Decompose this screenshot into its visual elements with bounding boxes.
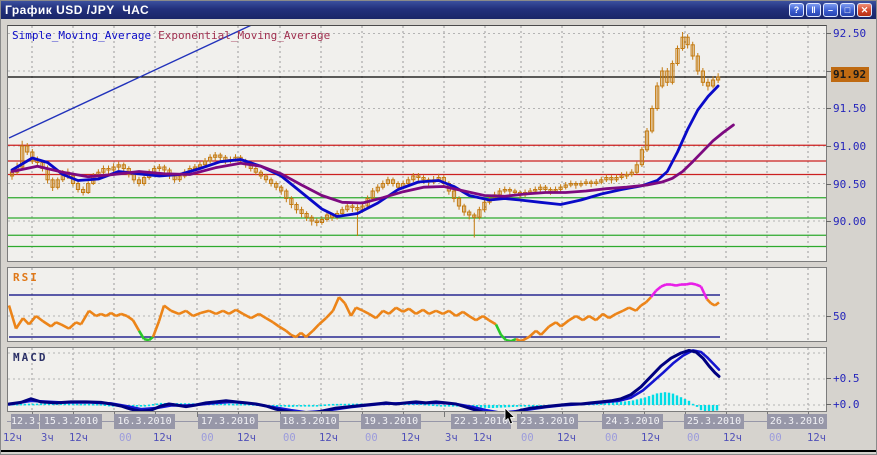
window-title: График USD /JPY ЧАС <box>5 3 150 17</box>
date-chip: 15.3.2010 <box>40 414 102 429</box>
time-label: 00 <box>521 432 534 444</box>
rsi-label: RSI <box>13 271 39 284</box>
rsi-panel[interactable]: RSI <box>7 267 827 342</box>
date-chip: 24.3.2010 <box>602 414 663 429</box>
time-label: 00 <box>769 432 782 444</box>
time-label: 00 <box>365 432 378 444</box>
axis-tick-mark <box>444 412 445 417</box>
time-label: 00 <box>119 432 132 444</box>
close-button[interactable]: ✕ <box>857 3 872 17</box>
minimize-button[interactable]: – <box>823 3 838 17</box>
axis-tick <box>826 316 831 317</box>
axis-tick <box>826 184 831 185</box>
titlebar[interactable]: График USD /JPY ЧАС ? ‖ – □ ✕ <box>1 1 876 19</box>
price-label: 91.00 <box>833 140 867 153</box>
help-button[interactable]: ? <box>789 3 804 17</box>
bottom-border <box>1 450 876 452</box>
macd-line <box>8 348 721 411</box>
date-chip: 25.3.2010 <box>684 414 744 429</box>
macd-label: MACD <box>13 351 48 364</box>
date-chip: 23.3.2010 <box>517 414 578 429</box>
legend-ema: Exponential_Moving_Average <box>158 29 331 42</box>
sma-line <box>10 84 720 218</box>
axis-tick <box>826 378 831 379</box>
price-label: 92.50 <box>833 27 867 40</box>
time-label: 12ч <box>557 432 576 444</box>
pause-button[interactable]: ‖ <box>806 3 821 17</box>
macd-panel[interactable]: MACD <box>7 347 827 412</box>
time-label: 12ч <box>401 432 420 444</box>
axis-tick <box>826 404 831 405</box>
time-label: 00 <box>605 432 618 444</box>
time-label: 12ч <box>641 432 660 444</box>
macd-value-label: +0.0 <box>833 398 860 411</box>
rsi-line <box>8 282 720 341</box>
date-chip: 19.3.2010 <box>361 414 421 429</box>
rsi-canvas <box>8 268 826 341</box>
time-label: 12ч <box>473 432 492 444</box>
window-buttons: ? ‖ – □ ✕ <box>789 3 874 17</box>
price-label: 91.50 <box>833 102 867 115</box>
axis-tick <box>826 221 831 222</box>
date-chip: 12.3. <box>11 414 42 429</box>
mouse-cursor-icon <box>504 408 516 425</box>
maximize-button[interactable]: □ <box>840 3 855 17</box>
candles-layer <box>9 32 721 238</box>
main-chart-panel[interactable]: Simple_Moving_Average Exponential_Moving… <box>7 25 827 262</box>
current-price-badge: 91.92 <box>831 67 870 82</box>
time-label: 12ч <box>153 432 172 444</box>
price-label: 90.00 <box>833 215 867 228</box>
chart-legend: Simple_Moving_Average Exponential_Moving… <box>12 29 330 42</box>
time-label: 12ч <box>69 432 88 444</box>
macd-canvas <box>8 348 826 411</box>
time-label: 12ч <box>807 432 826 444</box>
time-label: 3ч <box>41 432 54 444</box>
date-chip: 17.3.2010 <box>198 414 258 429</box>
legend-sma: Simple_Moving_Average <box>12 29 152 42</box>
chart-window: График USD /JPY ЧАС ? ‖ – □ ✕ Simple_Moving_… <box>0 0 877 455</box>
rsi-value-label: 50 <box>833 310 847 323</box>
time-label: 00 <box>687 432 700 444</box>
main-chart-canvas <box>8 26 826 261</box>
time-label: 00 <box>283 432 296 444</box>
time-label: 12ч <box>237 432 256 444</box>
date-chip: 22.3.2010 <box>451 414 511 429</box>
date-chip: 18.3.2010 <box>280 414 339 429</box>
axis-tick <box>826 146 831 147</box>
time-label: 12ч <box>3 432 22 444</box>
trendline <box>8 26 252 139</box>
time-label: 12ч <box>723 432 742 444</box>
time-label: 12ч <box>319 432 338 444</box>
time-label: 00 <box>201 432 214 444</box>
date-chip: 26.3.2010 <box>767 414 827 429</box>
macd-value-label: +0.5 <box>833 372 860 385</box>
price-label: 90.50 <box>833 178 867 191</box>
axis-tick <box>826 33 831 34</box>
date-chip: 16.3.2010 <box>114 414 175 429</box>
time-label: 3ч <box>445 432 458 444</box>
axis-tick <box>826 108 831 109</box>
